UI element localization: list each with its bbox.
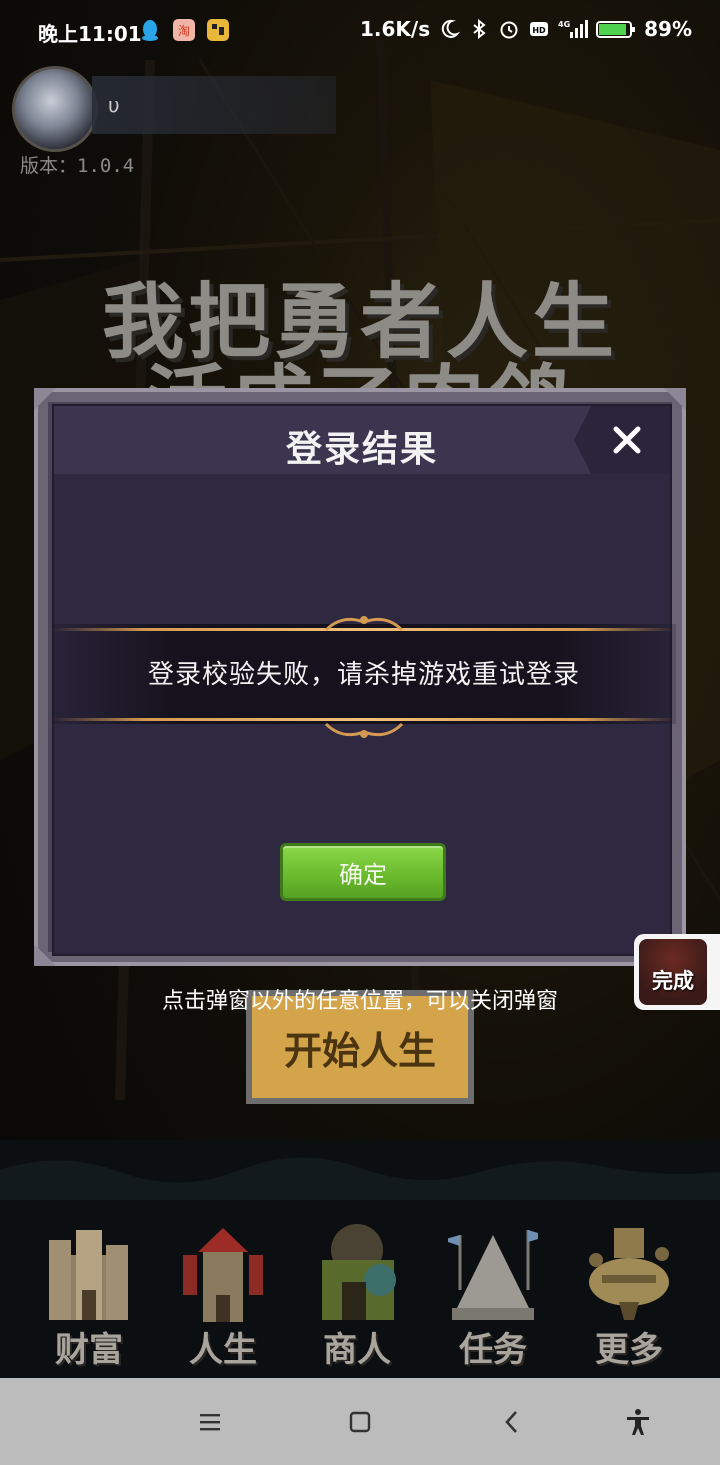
menu-button[interactable] <box>194 1406 226 1438</box>
taobao-icon: 淘 <box>173 19 195 41</box>
pixel-app-icon <box>207 19 229 41</box>
net-speed: 1.6K/s <box>359 17 431 41</box>
nav-item-more[interactable]: 更多 <box>564 1210 694 1378</box>
moon-icon <box>441 19 461 38</box>
dialog-message: 登录校验失败，请杀掉游戏重试登录 <box>147 660 580 690</box>
back-button[interactable] <box>496 1406 528 1438</box>
close-button[interactable] <box>574 406 670 474</box>
close-icon <box>613 426 641 454</box>
ornament-top-icon <box>324 616 404 632</box>
version-label: 版本：1.0.4 <box>20 155 135 177</box>
system-navigation-bar <box>0 1378 720 1465</box>
qq-icon <box>142 20 158 41</box>
nav-item-life[interactable]: 人生 <box>158 1210 288 1378</box>
battery-icon <box>596 21 636 38</box>
merchant-hut-icon <box>322 1224 396 1320</box>
ornament-bottom-icon <box>324 722 404 738</box>
nav-item-wealth[interactable]: 财富 <box>24 1210 154 1378</box>
signal-4g-icon: 4G <box>558 20 589 38</box>
status-bar: 晚上11:01 淘 1.6K/s HD 4G 89% <box>0 0 720 62</box>
svg-text:淘: 淘 <box>178 24 190 38</box>
dismiss-hint: 点击弹窗以外的任意位置，可以关闭弹窗 <box>161 989 558 1014</box>
pyramid-icon <box>448 1230 538 1320</box>
nav-label-more: 更多 <box>595 1330 663 1370</box>
svg-text:HD: HD <box>532 26 546 35</box>
nav-label-merchant: 商人 <box>323 1330 391 1370</box>
accessibility-icon <box>627 1409 649 1435</box>
bluetooth-icon <box>473 18 486 40</box>
status-time: 晚上11:01 <box>38 22 142 46</box>
nav-item-merchant[interactable]: 商人 <box>292 1210 422 1378</box>
login-result-dialog: 登录结果 登录校验失败，请杀掉游戏重试登录 确定 <box>34 388 686 966</box>
bottom-nav: 财富 人生 商人 任务 更多 <box>0 1210 720 1378</box>
message-band: 登录校验失败，请杀掉游戏重试登录 <box>52 616 676 738</box>
confirm-button[interactable]: 确定 <box>280 843 446 901</box>
menu-icon <box>200 1414 220 1431</box>
back-icon <box>505 1411 517 1433</box>
tower-icon <box>183 1228 263 1322</box>
player-name: υ <box>92 76 336 134</box>
airship-icon <box>589 1228 669 1320</box>
alarm-icon <box>500 21 518 39</box>
nav-item-tasks[interactable]: 任务 <box>428 1210 558 1378</box>
home-icon <box>349 1411 371 1433</box>
hd-icon: HD <box>530 22 549 36</box>
accessibility-button[interactable] <box>622 1406 654 1438</box>
done-label: 完成 <box>639 939 707 1005</box>
nav-label-wealth: 财富 <box>55 1330 123 1370</box>
done-floating-button[interactable]: 完成 <box>634 934 720 1010</box>
avatar[interactable] <box>12 66 98 152</box>
svg-text:4G: 4G <box>558 20 570 29</box>
battery-percent: 89% <box>644 17 692 41</box>
dialog-header: 登录结果 <box>54 406 670 474</box>
nav-label-tasks: 任务 <box>459 1330 527 1370</box>
nav-label-life: 人生 <box>189 1330 257 1370</box>
home-button[interactable] <box>344 1406 376 1438</box>
castle-icon <box>49 1230 128 1320</box>
